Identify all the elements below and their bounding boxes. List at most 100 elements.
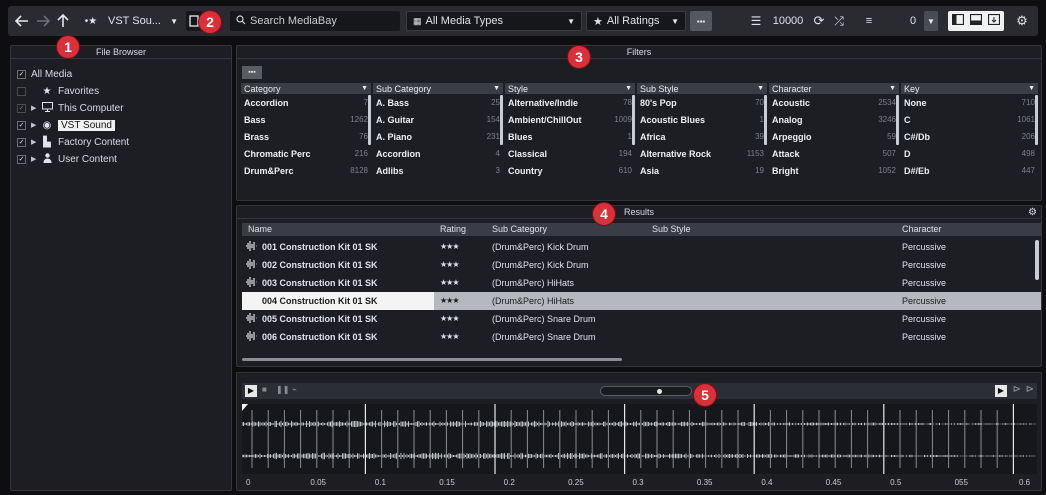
filter-column-header[interactable]: Category ▼ — [241, 83, 371, 94]
filter-item[interactable]: Analog 3246 — [769, 111, 899, 128]
vst-source-dropdown[interactable]: VST Sou... ▼ — [104, 11, 182, 31]
loop-icon[interactable]: ⌁ — [292, 385, 297, 394]
filter-item[interactable]: Classical 194 — [505, 145, 635, 162]
filter-item[interactable]: 80's Pop 70 — [637, 94, 767, 111]
filter-scrollbar[interactable] — [368, 95, 371, 145]
layout-preview-icon[interactable] — [987, 13, 1001, 28]
filter-item[interactable]: Arpeggio 59 — [769, 128, 899, 145]
result-row[interactable]: 005 Construction Kit 01 SK ★★★ (Drum&Perc)… — [242, 310, 1041, 328]
sort-icon[interactable]: ≡ — [860, 11, 878, 31]
media-types-dropdown[interactable]: ▦ All Media Types ▼ — [406, 11, 582, 31]
refresh-icon[interactable]: ⟳ — [810, 11, 828, 31]
filter-column-header[interactable]: Key ▼ — [901, 83, 1038, 94]
filter-item[interactable]: Accordion 7 — [241, 94, 371, 111]
checkbox[interactable]: ✓ — [17, 154, 26, 164]
slider-knob[interactable] — [657, 389, 662, 394]
waveform-display[interactable] — [242, 404, 1037, 474]
column-header-name[interactable]: Name — [248, 224, 272, 234]
column-header-sub-style[interactable]: Sub Style — [652, 224, 691, 234]
filter-item[interactable]: A. Bass 25 — [373, 94, 503, 111]
result-row[interactable]: 006 Construction Kit 01 SK ★★★ (Drum&Perc)… — [242, 328, 1041, 346]
expand-arrow-icon[interactable]: ▶ — [31, 138, 41, 146]
expand-arrow-icon[interactable]: ▶ — [31, 155, 41, 163]
list-icon[interactable]: ☰ — [746, 11, 766, 31]
result-rating[interactable]: ★★★ — [440, 296, 459, 305]
filter-item[interactable]: Africa 39 — [637, 128, 767, 145]
result-rating[interactable]: ★★★ — [440, 242, 459, 251]
filter-column-header[interactable]: Character ▼ — [769, 83, 899, 94]
filter-item[interactable]: Ambient/ChillOut 1009 — [505, 111, 635, 128]
play-icon[interactable]: ▶ — [245, 385, 257, 397]
horizontal-scrollbar[interactable] — [242, 358, 622, 361]
filter-column-header[interactable]: Sub Style ▼ — [637, 83, 767, 94]
filter-item[interactable]: Chromatic Perc 216 — [241, 145, 371, 162]
gear-icon[interactable]: ⚙ — [1028, 207, 1037, 218]
tree-item-this-computer[interactable]: ✓ ▶ This Computer — [17, 100, 124, 116]
column-header-rating[interactable]: Rating — [440, 224, 466, 234]
filter-item[interactable]: Drum&Perc 8128 — [241, 162, 371, 179]
shuffle-icon[interactable]: ⤮ — [830, 11, 848, 31]
auto-play-icon[interactable]: ▶ — [995, 385, 1007, 397]
up-arrow-icon[interactable] — [54, 11, 72, 31]
filter-item[interactable]: Accordion 4 — [373, 145, 503, 162]
checkbox[interactable]: ✓ — [17, 69, 26, 79]
tree-item-all-media[interactable]: ✓ All Media — [17, 66, 72, 82]
layout-left-panel-icon[interactable] — [951, 13, 965, 28]
checkbox[interactable]: ✓ — [17, 120, 26, 130]
filter-column-header[interactable]: Style ▼ — [505, 83, 635, 94]
filter-item[interactable]: Asia 19 — [637, 162, 767, 179]
result-row[interactable]: 001 Construction Kit 01 SK ★★★ (Drum&Perc)… — [242, 238, 1041, 256]
result-row[interactable]: 002 Construction Kit 01 SK ★★★ (Drum&Perc)… — [242, 256, 1041, 274]
column-setup-button[interactable]: ▪▪▪ — [690, 11, 712, 31]
result-row[interactable]: 003 Construction Kit 01 SK ★★★ (Drum&Perc)… — [242, 274, 1041, 292]
filter-item[interactable]: C 1061 — [901, 111, 1038, 128]
filter-item[interactable]: A. Guitar 154 — [373, 111, 503, 128]
filter-item[interactable]: Acoustic 2534 — [769, 94, 899, 111]
filter-item[interactable]: Attack 507 — [769, 145, 899, 162]
expand-arrow-icon[interactable]: ▶ — [31, 104, 41, 112]
tree-item-user-content[interactable]: ✓ ▶ User Content — [17, 151, 117, 167]
column-header-character[interactable]: Character — [902, 224, 942, 234]
filter-column-header[interactable]: Sub Category ▼ — [373, 83, 503, 94]
filter-item[interactable]: Adlibs 3 — [373, 162, 503, 179]
back-arrow-icon[interactable] — [12, 11, 32, 31]
filter-scrollbar[interactable] — [1035, 95, 1038, 145]
filter-item[interactable]: Alternative/Indie 78 — [505, 94, 635, 111]
filter-item[interactable]: D 498 — [901, 145, 1038, 162]
checkbox[interactable]: ✓ — [17, 137, 26, 147]
filter-item[interactable]: Bright 1052 — [769, 162, 899, 179]
filter-scrollbar[interactable] — [500, 95, 503, 145]
filter-item[interactable]: None 710 — [901, 94, 1038, 111]
pause-icon[interactable]: ❚❚ — [276, 385, 289, 394]
stop-icon[interactable]: ■ — [262, 385, 267, 394]
filter-scrollbar[interactable] — [764, 95, 767, 145]
favorite-locations-icon[interactable]: •★ — [80, 11, 102, 31]
filter-item[interactable]: Bass 1262 — [241, 111, 371, 128]
ratings-dropdown[interactable]: ★ All Ratings ▼ — [586, 11, 686, 31]
tree-item-factory-content[interactable]: ✓ ▶ ▙ Factory Content — [17, 134, 129, 150]
vertical-scrollbar[interactable] — [1035, 240, 1039, 280]
result-rating[interactable]: ★★★ — [440, 332, 459, 341]
filter-item[interactable]: C#/Db 206 — [901, 128, 1038, 145]
column-header-sub-category[interactable]: Sub Category — [492, 224, 547, 234]
result-rating[interactable]: ★★★ — [440, 260, 459, 269]
filter-scrollbar[interactable] — [896, 95, 899, 145]
align-beats-icon[interactable]: ⊳ — [1013, 384, 1021, 395]
filter-columns-button[interactable]: ▪▪▪ — [242, 66, 262, 79]
filter-item[interactable]: D#/Eb 447 — [901, 162, 1038, 179]
chevron-down-icon[interactable]: ▼ — [924, 11, 938, 31]
result-rating[interactable]: ★★★ — [440, 314, 459, 323]
tree-item-favorites[interactable]: ★ Favorites — [17, 83, 99, 99]
filter-scrollbar[interactable] — [632, 95, 635, 145]
result-rating[interactable]: ★★★ — [440, 278, 459, 287]
volume-slider[interactable] — [600, 386, 692, 396]
filter-item[interactable]: Acoustic Blues 1 — [637, 111, 767, 128]
expand-arrow-icon[interactable]: ▶ — [31, 121, 41, 129]
filter-item[interactable]: Country 610 — [505, 162, 635, 179]
forward-arrow-icon[interactable] — [34, 11, 52, 31]
result-row[interactable]: 004 Construction Kit 01 SK ★★★ (Drum&Perc)… — [242, 292, 1041, 310]
checkbox[interactable]: ✓ — [17, 103, 26, 113]
filter-item[interactable]: Blues 1 — [505, 128, 635, 145]
filter-item[interactable]: Brass 76 — [241, 128, 371, 145]
insert-icon[interactable]: ⊳ — [1026, 384, 1034, 395]
